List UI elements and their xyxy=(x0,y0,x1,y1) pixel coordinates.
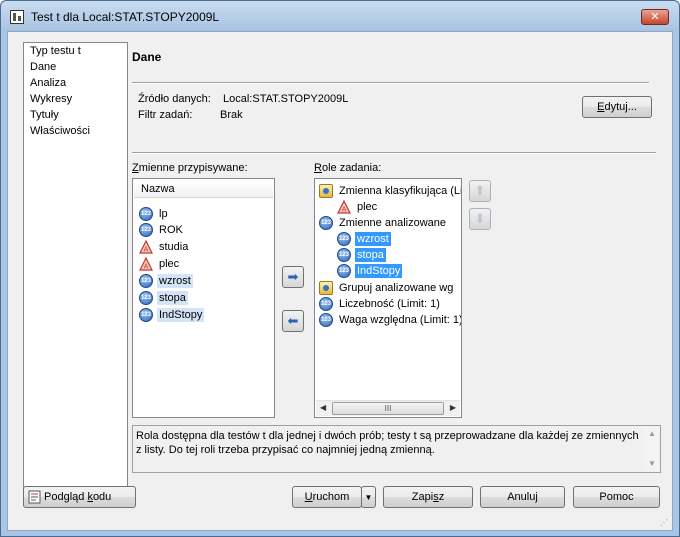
run-dropdown-button[interactable]: ▼ xyxy=(361,486,376,508)
preview-icon xyxy=(28,490,41,504)
app-chart-icon xyxy=(10,10,24,24)
title-bar[interactable]: Test t dla Local:STAT.STOPY2009L ✕ xyxy=(1,1,679,31)
add-to-role-button[interactable]: ➡ xyxy=(282,266,304,288)
scale-icon: 123 xyxy=(319,297,333,311)
edit-button-label-post: dytuj... xyxy=(604,101,637,113)
scroll-thumb[interactable]: III xyxy=(332,402,444,415)
role-description: Rola dostępna dla testów t dla jednej i … xyxy=(136,430,639,456)
variable-name: stopa xyxy=(157,291,188,305)
svg-text:A: A xyxy=(144,246,149,254)
variables-label: Zmienne przypisywane: xyxy=(132,162,248,174)
variable-name: lp xyxy=(159,208,168,220)
filter-value: Brak xyxy=(220,109,243,121)
run-accel: U xyxy=(304,491,313,503)
scale-icon: 123 xyxy=(139,291,153,305)
svg-text:A: A xyxy=(144,263,149,271)
variables-listbox[interactable]: Nazwa 123 lp 123 ROK A studia A plec 123… xyxy=(132,178,275,418)
cancel-button[interactable]: Anuluj xyxy=(480,486,565,508)
help-button[interactable]: Pomoc xyxy=(573,486,660,508)
roles-label: Role zadania: xyxy=(314,162,381,174)
dialog-window: Test t dla Local:STAT.STOPY2009L ✕ Typ t… xyxy=(0,0,680,537)
preview-label-post: odu xyxy=(92,491,112,503)
preview-code-button[interactable]: Podgląd kodu xyxy=(23,486,136,508)
run-label: ruchom xyxy=(312,491,350,503)
window-title: Test t dla Local:STAT.STOPY2009L xyxy=(31,10,220,24)
nav-item-dane[interactable]: Dane xyxy=(30,61,56,76)
scale-icon: 123 xyxy=(139,223,153,237)
role-icon xyxy=(319,281,333,295)
nominal-icon: A xyxy=(337,200,351,214)
scale-icon: 123 xyxy=(337,248,351,262)
scroll-left-icon[interactable]: ◀ xyxy=(320,403,326,412)
close-button[interactable]: ✕ xyxy=(641,9,669,25)
nav-item-wlasciwosci[interactable]: Właściwości xyxy=(30,125,90,140)
variable-name: stopa xyxy=(355,248,386,262)
scale-icon: 123 xyxy=(139,308,153,322)
scroll-down-icon[interactable]: ▼ xyxy=(648,459,656,468)
roles-horizontal-scrollbar[interactable]: ◀ III ▶ xyxy=(316,400,460,416)
status-bar: ⋰ xyxy=(8,508,672,530)
scale-icon: 123 xyxy=(139,274,153,288)
move-down-button[interactable]: ⬇ xyxy=(469,208,491,230)
save-label-post: z xyxy=(438,491,445,503)
nav-item-wykresy[interactable]: Wykresy xyxy=(30,93,72,108)
edit-button[interactable]: Edytuj... xyxy=(582,96,652,118)
scale-icon: 123 xyxy=(319,313,333,327)
role-label: Liczebność (Limit: 1) xyxy=(339,298,440,310)
nominal-icon: A xyxy=(139,240,153,254)
roles-treeview[interactable]: Zmienna klasyfikująca (Li A plec 123 Zmi… xyxy=(314,178,462,418)
svg-text:A: A xyxy=(342,206,347,214)
chevron-down-icon: ▼ xyxy=(364,493,373,502)
filter-label: Filtr zadań: xyxy=(138,109,193,121)
variable-name: studia xyxy=(159,241,189,253)
source-label: Źródło danych: xyxy=(138,93,211,105)
scale-icon: 123 xyxy=(337,232,351,246)
role-label: Grupuj analizowane wg xyxy=(339,282,454,294)
source-value: Local:STAT.STOPY2009L xyxy=(223,93,349,105)
resize-grip-icon[interactable]: ⋰ xyxy=(660,518,668,527)
variable-name: ROK xyxy=(159,224,183,236)
preview-label-pre: Podgląd xyxy=(44,491,88,503)
roles-label-accel: R xyxy=(314,162,322,174)
variable-name: IndStopy xyxy=(157,308,205,322)
dialog-client: Typ testu t Dane Analiza Wykresy Tytuły … xyxy=(7,31,673,531)
description-box: Rola dostępna dla testów t dla jednej i … xyxy=(132,425,661,473)
save-button[interactable]: Zapisz xyxy=(383,486,473,508)
variable-name: plec xyxy=(357,201,378,213)
move-up-button[interactable]: ⬆ xyxy=(469,180,491,202)
header-divider xyxy=(132,82,649,84)
scroll-up-icon[interactable]: ▲ xyxy=(648,429,656,438)
variable-name: IndStopy xyxy=(355,264,403,278)
nominal-icon: A xyxy=(139,257,153,271)
scroll-right-icon[interactable]: ▶ xyxy=(450,403,456,412)
nav-item-tytuly[interactable]: Tytuły xyxy=(30,109,59,124)
variables-label-text: mienne przypisywane: xyxy=(138,162,248,174)
variables-label-accel: Z xyxy=(132,162,139,174)
role-label: Zmienna klasyfikująca (Li xyxy=(339,185,462,197)
roles-label-text: ole zadania: xyxy=(321,162,382,174)
role-label: Zmienne analizowane xyxy=(339,217,447,229)
scale-icon: 123 xyxy=(337,264,351,278)
variable-name: wzrost xyxy=(157,274,193,288)
save-label-pre: Zapi xyxy=(411,491,434,503)
nav-item-typ-testu[interactable]: Typ testu t xyxy=(30,45,81,60)
run-button[interactable]: Uruchom xyxy=(292,486,362,508)
variable-name: plec xyxy=(159,258,180,270)
section-title: Dane xyxy=(132,50,162,64)
remove-from-role-button[interactable]: ⬅ xyxy=(282,310,304,332)
role-icon xyxy=(319,184,333,198)
variables-column-header[interactable]: Nazwa xyxy=(134,180,273,198)
task-sections-list[interactable]: Typ testu t Dane Analiza Wykresy Tytuły … xyxy=(23,42,128,506)
section-divider xyxy=(132,152,656,154)
nav-item-analiza[interactable]: Analiza xyxy=(30,77,66,92)
scale-icon: 123 xyxy=(319,216,333,230)
description-scrollbar[interactable]: ▲ ▼ xyxy=(644,427,659,471)
variable-name: wzrost xyxy=(355,232,391,246)
role-label: Waga względna (Limit: 1) xyxy=(339,314,462,326)
scale-icon: 123 xyxy=(139,207,153,221)
